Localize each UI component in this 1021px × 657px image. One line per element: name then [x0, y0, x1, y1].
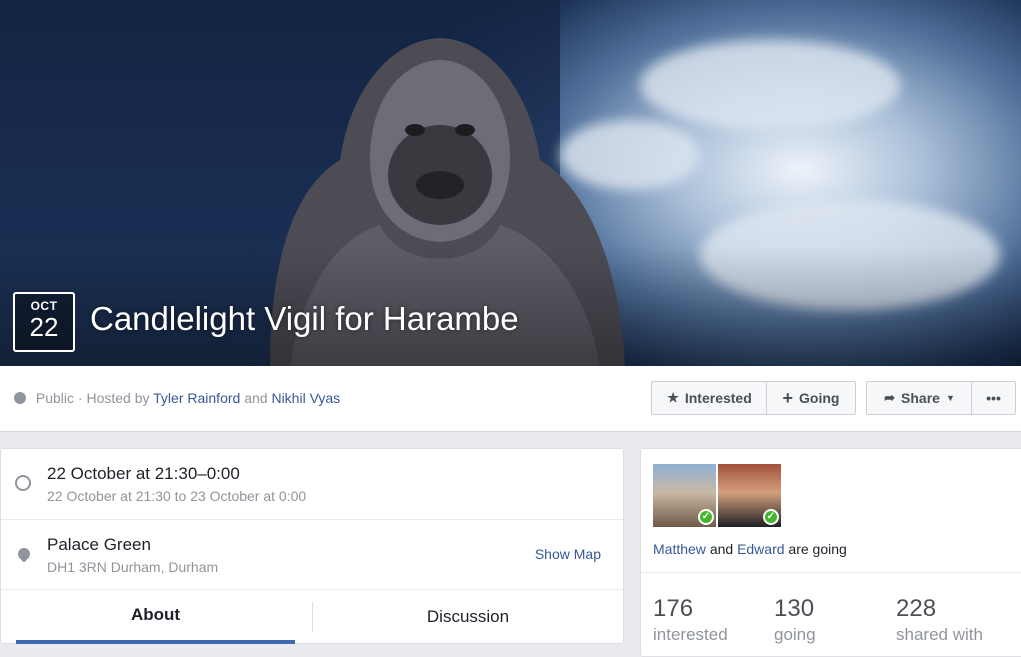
friends-going-suffix: are going: [788, 541, 847, 557]
share-label: Share: [901, 390, 940, 406]
event-meta: Public · Hosted by Tyler Rainford and Ni…: [14, 390, 340, 406]
going-button[interactable]: + Going: [766, 381, 856, 415]
event-title: Candlelight Vigil for Harambe: [90, 300, 519, 337]
tab-discussion[interactable]: Discussion: [313, 590, 623, 644]
friends-and: and: [709, 541, 734, 557]
friend-link-edward[interactable]: Edward: [737, 541, 784, 557]
check-icon: ✓: [698, 509, 714, 525]
show-map-link[interactable]: Show Map: [535, 546, 601, 562]
event-month: OCT: [30, 299, 58, 313]
more-icon: •••: [986, 390, 1001, 406]
stat-going[interactable]: 130 going: [774, 595, 816, 645]
event-location-name[interactable]: Palace Green: [47, 535, 151, 555]
event-location-row: Palace Green DH1 3RN Durham, Durham Show…: [1, 520, 623, 590]
event-time-sub: 22 October at 21:30 to 23 October at 0:0…: [47, 488, 307, 504]
event-details-card: 22 October at 21:30–0:00 22 October at 2…: [0, 448, 624, 644]
event-day: 22: [29, 312, 59, 342]
and-label: and: [244, 390, 268, 406]
star-icon: ★: [667, 390, 679, 405]
host-link-nikhil[interactable]: Nikhil Vyas: [271, 390, 340, 406]
stat-number: 176: [653, 595, 694, 622]
stat-label: interested: [653, 625, 728, 644]
event-location-address: DH1 3RN Durham, Durham: [47, 559, 219, 575]
avatar-matthew[interactable]: ✓: [653, 464, 716, 527]
avatar-edward[interactable]: ✓: [718, 464, 781, 527]
stat-number: 228: [896, 595, 937, 622]
privacy-label: Public: [35, 390, 75, 406]
stat-interested[interactable]: 176 interested: [653, 595, 728, 645]
clock-icon: [15, 475, 31, 491]
pin-icon: [15, 545, 33, 563]
chevron-down-icon: ▼: [945, 393, 955, 403]
hosted-by-label: · Hosted by: [77, 390, 150, 406]
divider: [641, 572, 1021, 573]
event-time-row: 22 October at 21:30–0:00 22 October at 2…: [1, 449, 623, 520]
host-link-tyler[interactable]: Tyler Rainford: [153, 390, 240, 406]
guests-card: ✓ ✓ Matthew and Edward are going 176 int…: [640, 448, 1021, 657]
globe-icon: [14, 392, 26, 404]
event-tabs: About Discussion: [1, 590, 623, 644]
event-info-bar: Public · Hosted by Tyler Rainford and Ni…: [0, 366, 1021, 432]
check-icon: ✓: [763, 509, 779, 525]
interested-label: Interested: [684, 390, 752, 406]
going-label: Going: [799, 390, 840, 406]
event-time-main: 22 October at 21:30–0:00: [47, 464, 240, 483]
share-arrow-icon: ➦: [884, 390, 896, 405]
event-date-box: OCT 22: [13, 292, 75, 352]
friend-link-matthew[interactable]: Matthew: [653, 541, 706, 557]
stat-label: going: [774, 625, 816, 644]
interested-button[interactable]: ★ Interested: [651, 381, 767, 415]
friends-going-text: Matthew and Edward are going: [653, 541, 847, 557]
share-button[interactable]: ➦ Share ▼: [866, 381, 972, 415]
more-options-button[interactable]: •••: [971, 381, 1016, 415]
plus-icon: +: [782, 387, 794, 408]
stat-shared-with[interactable]: 228 shared with: [896, 595, 983, 645]
tab-about[interactable]: About: [16, 590, 295, 644]
stat-label: shared with: [896, 625, 983, 644]
cloud: [640, 40, 900, 130]
stat-number: 130: [774, 595, 815, 622]
